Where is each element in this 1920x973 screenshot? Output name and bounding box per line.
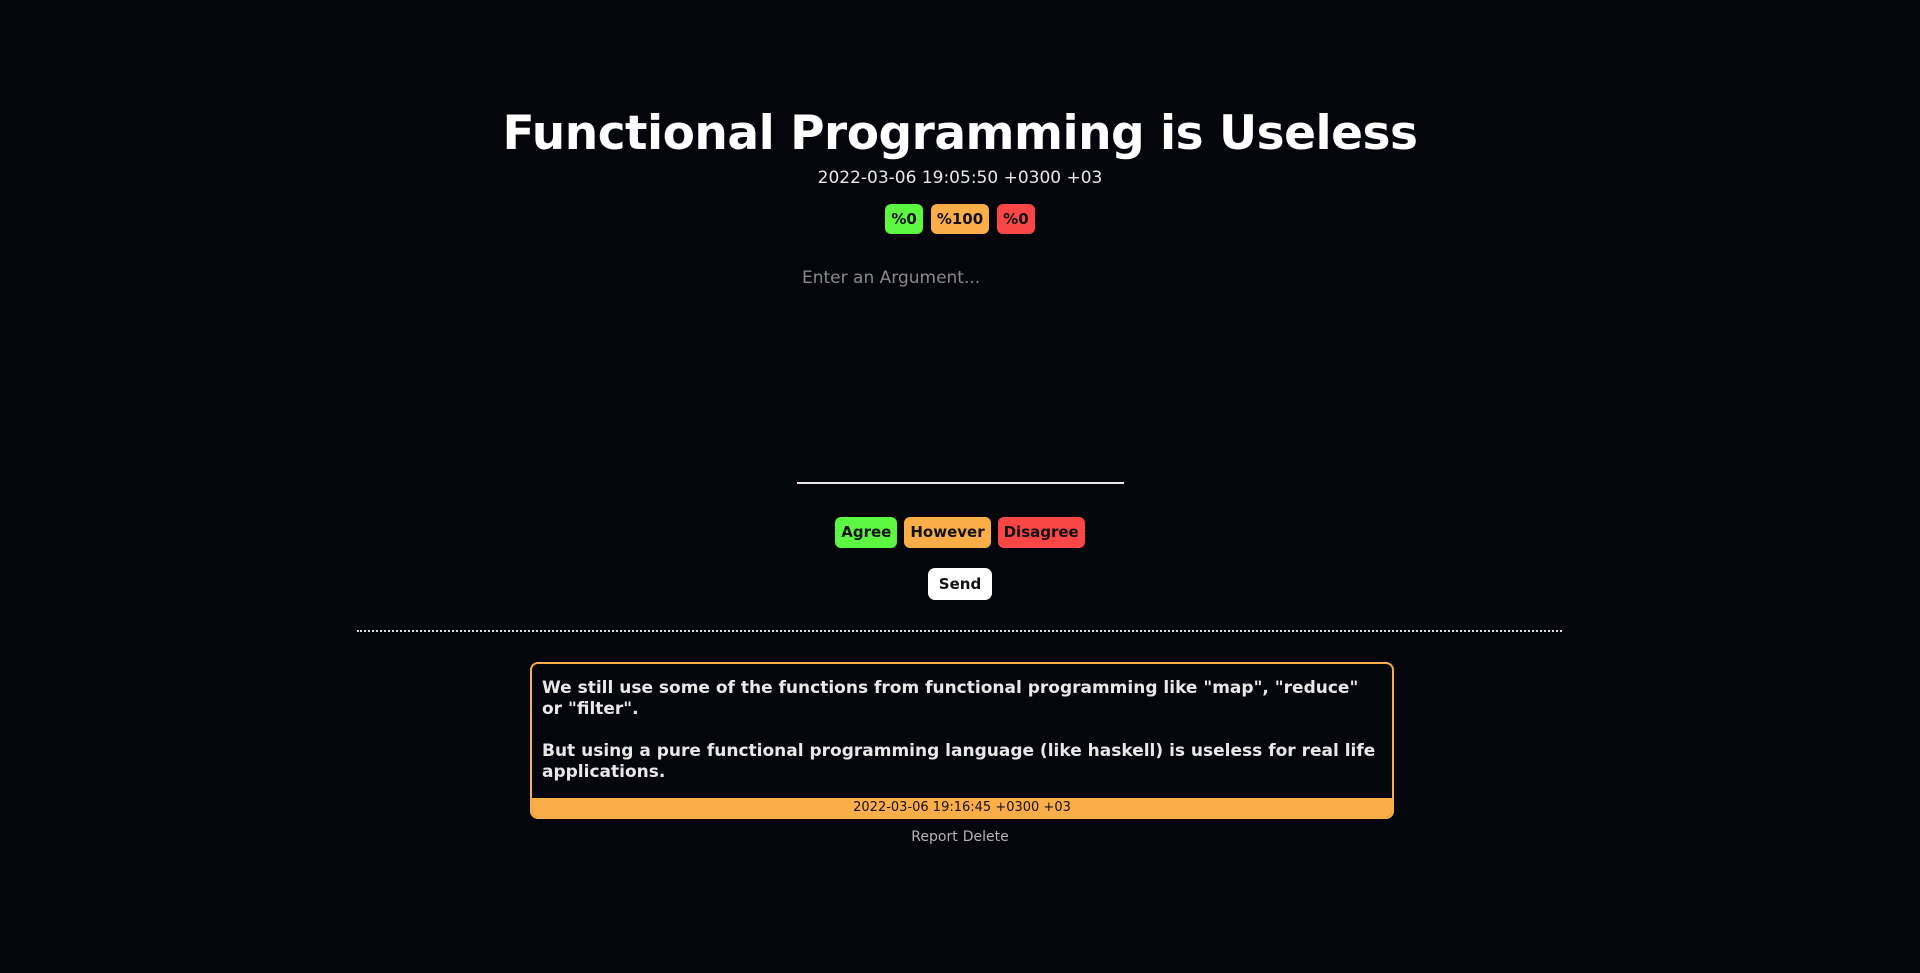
disagree-button[interactable]: Disagree: [997, 517, 1085, 548]
argument-type-selector: Agree However Disagree: [0, 517, 1920, 548]
argument-paragraph: But using a pure functional programming …: [542, 741, 1376, 782]
argument-actions: Report Delete: [0, 829, 1920, 845]
argument-text: We still use some of the functions from …: [532, 664, 1392, 783]
report-link[interactable]: Report: [911, 829, 957, 845]
agree-percentage-badge: %0: [885, 204, 923, 234]
agree-button[interactable]: Agree: [835, 517, 898, 548]
send-row: Send: [0, 568, 1920, 600]
page: Functional Programming is Useless 2022-0…: [0, 0, 1920, 973]
post-date: 2022-03-06 19:05:50 +0300 +03: [817, 168, 1103, 188]
section-divider: [357, 630, 1562, 632]
delete-link[interactable]: Delete: [963, 829, 1009, 845]
page-title: Functional Programming is Useless: [502, 106, 1418, 161]
argument-date: 2022-03-06 19:16:45 +0300 +03: [532, 798, 1392, 817]
vote-stats: %0 %100 %0: [0, 204, 1920, 234]
argument-paragraph: We still use some of the functions from …: [542, 678, 1359, 719]
however-button[interactable]: However: [904, 517, 991, 548]
disagree-percentage-badge: %0: [997, 204, 1035, 234]
argument-card: We still use some of the functions from …: [530, 662, 1394, 819]
however-percentage-badge: %100: [930, 204, 990, 234]
send-button[interactable]: Send: [928, 568, 992, 600]
argument-input[interactable]: [797, 262, 1124, 484]
